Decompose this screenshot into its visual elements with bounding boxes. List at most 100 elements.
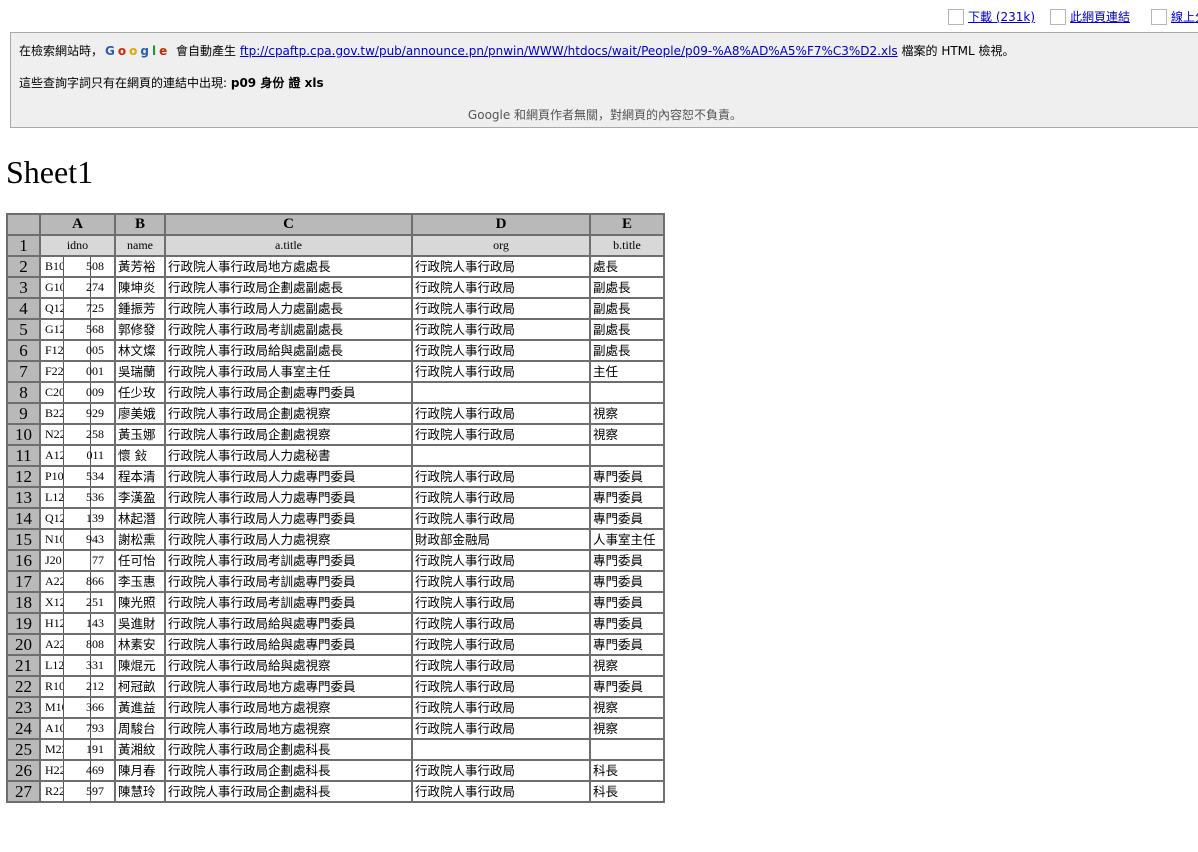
cell-b-title[interactable]: 專門委員 xyxy=(589,465,665,488)
cell-a-title[interactable]: 行政院人事行政局企劃處科長 xyxy=(164,738,413,761)
cell-name[interactable]: 李漢盈 xyxy=(114,486,166,509)
column-header-d[interactable]: D xyxy=(411,213,591,236)
cell-org[interactable]: 行政院人事行政局 xyxy=(411,486,591,509)
cell-org[interactable]: 行政院人事行政局 xyxy=(411,696,591,719)
cell-b-title[interactable]: 專門委員 xyxy=(589,591,665,614)
cell-a-title[interactable]: 行政院人事行政局人力處秘書 xyxy=(164,444,413,467)
cell-name[interactable]: 林素安 xyxy=(114,633,166,656)
cell-b-title[interactable] xyxy=(589,738,665,761)
cell-idno[interactable]: N22 258 xyxy=(39,423,116,446)
cell-b-title[interactable]: 專門委員 xyxy=(589,507,665,530)
cell-idno[interactable]: Q12 725 xyxy=(39,297,116,320)
cell-name[interactable]: 黃進益 xyxy=(114,696,166,719)
cell-name[interactable]: 林起潛 xyxy=(114,507,166,530)
cell-org[interactable]: 行政院人事行政局 xyxy=(411,360,591,383)
cell-b-title[interactable]: 專門委員 xyxy=(589,570,665,593)
cell-org[interactable]: 行政院人事行政局 xyxy=(411,402,591,425)
cell-a-title[interactable]: 行政院人事行政局地方處視察 xyxy=(164,717,413,740)
cell-b-title[interactable]: 專門委員 xyxy=(589,549,665,572)
cell-b-title[interactable]: 副處長 xyxy=(589,318,665,341)
cell-org[interactable]: 行政院人事行政局 xyxy=(411,654,591,677)
cell-name[interactable]: 林文燦 xyxy=(114,339,166,362)
cell-name[interactable]: 周駿台 xyxy=(114,717,166,740)
cell-b-title[interactable]: 科長 xyxy=(589,759,665,782)
cell-a-title[interactable]: 行政院人事行政局考訓處副處長 xyxy=(164,318,413,341)
cell-org[interactable]: 行政院人事行政局 xyxy=(411,297,591,320)
cell-org[interactable]: 行政院人事行政局 xyxy=(411,255,591,278)
cell-org[interactable]: 行政院人事行政局 xyxy=(411,507,591,530)
cell-a-title[interactable]: 行政院人事行政局地方處視察 xyxy=(164,696,413,719)
cell-a-title[interactable]: 行政院人事行政局企劃處科長 xyxy=(164,759,413,782)
cell-idno[interactable]: X12 251 xyxy=(39,591,116,614)
cell-b-title[interactable]: 人事室主任 xyxy=(589,528,665,551)
cell-b-title[interactable]: 專門委員 xyxy=(589,675,665,698)
cell-name[interactable]: 黃湘紋 xyxy=(114,738,166,761)
cell-name[interactable]: 郭修發 xyxy=(114,318,166,341)
cell-name[interactable]: 程本清 xyxy=(114,465,166,488)
cell-org[interactable]: 行政院人事行政局 xyxy=(411,276,591,299)
cell-idno[interactable]: L12 536 xyxy=(39,486,116,509)
cell-idno[interactable]: N10 943 xyxy=(39,528,116,551)
cell-name[interactable]: 陳焜元 xyxy=(114,654,166,677)
cell-b-title[interactable]: 視察 xyxy=(589,654,665,677)
cell-a-title[interactable]: 行政院人事行政局給與處專門委員 xyxy=(164,612,413,635)
cell-a-title[interactable]: 行政院人事行政局給與處視察 xyxy=(164,654,413,677)
cell-b-title[interactable]: 主任 xyxy=(589,360,665,383)
cell-name[interactable]: 黃玉娜 xyxy=(114,423,166,446)
cell-a-title[interactable]: 行政院人事行政局企劃處視察 xyxy=(164,423,413,446)
cell-name[interactable]: 鍾振芳 xyxy=(114,297,166,320)
column-header-a[interactable]: A xyxy=(39,213,116,236)
cell-idno[interactable]: A22 866 xyxy=(39,570,116,593)
cell-name[interactable]: 李玉惠 xyxy=(114,570,166,593)
cell-a-title[interactable]: 行政院人事行政局考訓處專門委員 xyxy=(164,549,413,572)
cell-b-title[interactable]: 副處長 xyxy=(589,276,665,299)
cell-org[interactable]: 財政部金融局 xyxy=(411,528,591,551)
cell-name[interactable]: 黃芳裕 xyxy=(114,255,166,278)
cell-idno[interactable]: Q12 139 xyxy=(39,507,116,530)
cell-name[interactable]: 吳進財 xyxy=(114,612,166,635)
cell-b-title[interactable]: 視察 xyxy=(589,696,665,719)
cell-idno[interactable]: A22 808 xyxy=(39,633,116,656)
cell-org[interactable] xyxy=(411,738,591,761)
cell-idno[interactable]: B10 508 xyxy=(39,255,116,278)
cell-a-title[interactable]: 行政院人事行政局人力處副處長 xyxy=(164,297,413,320)
cell-idno[interactable]: R22 597 xyxy=(39,780,116,803)
cell-idno[interactable]: L12 331 xyxy=(39,654,116,677)
share-link[interactable]: 線上分享 xyxy=(1171,8,1198,25)
cell-name[interactable]: 陳光照 xyxy=(114,591,166,614)
cell-idno[interactable]: F12 005 xyxy=(39,339,116,362)
cell-org[interactable]: 行政院人事行政局 xyxy=(411,759,591,782)
cell-b-title[interactable] xyxy=(589,381,665,404)
cell-a-title[interactable]: 行政院人事行政局人力處專門委員 xyxy=(164,465,413,488)
cell-b-title[interactable]: 專門委員 xyxy=(589,486,665,509)
page-link[interactable]: 此網頁連結 xyxy=(1070,8,1130,25)
cell-b-title[interactable]: 視察 xyxy=(589,402,665,425)
cell-a-title[interactable]: 行政院人事行政局給與處專門委員 xyxy=(164,633,413,656)
cell-idno[interactable]: A12 011 xyxy=(39,444,116,467)
cell-name[interactable]: 任少玫 xyxy=(114,381,166,404)
cell-idno[interactable]: H22 469 xyxy=(39,759,116,782)
cell-a-title[interactable]: 行政院人事行政局人力處專門委員 xyxy=(164,507,413,530)
cell-b-title[interactable]: 副處長 xyxy=(589,339,665,362)
cell-b-title[interactable]: 專門委員 xyxy=(589,612,665,635)
cell-b-title[interactable]: 副處長 xyxy=(589,297,665,320)
cell-b-title[interactable]: 科長 xyxy=(589,780,665,803)
cell-a-title[interactable]: 行政院人事行政局考訓處專門委員 xyxy=(164,591,413,614)
cell-org[interactable]: 行政院人事行政局 xyxy=(411,612,591,635)
cell-b-title[interactable]: 處長 xyxy=(589,255,665,278)
cell-org[interactable]: 行政院人事行政局 xyxy=(411,780,591,803)
cell-idno[interactable]: C20 009 xyxy=(39,381,116,404)
column-header-e[interactable]: E xyxy=(589,213,665,236)
cell-idno[interactable]: P10 534 xyxy=(39,465,116,488)
page-link-item[interactable]: 此網頁連結 xyxy=(1050,8,1130,25)
cell-idno[interactable]: B22 929 xyxy=(39,402,116,425)
cell-a-title[interactable]: 行政院人事行政局人力處專門委員 xyxy=(164,486,413,509)
cell-a-title[interactable]: 行政院人事行政局企劃處專門委員 xyxy=(164,381,413,404)
cell-name[interactable]: 吳瑞蘭 xyxy=(114,360,166,383)
cell-a-title[interactable]: 行政院人事行政局考訓處專門委員 xyxy=(164,570,413,593)
cell-org[interactable]: 行政院人事行政局 xyxy=(411,717,591,740)
cell-org[interactable]: 行政院人事行政局 xyxy=(411,591,591,614)
cell-a-title[interactable]: 行政院人事行政局企劃處副處長 xyxy=(164,276,413,299)
share-link-item[interactable]: 線上分享 xyxy=(1151,8,1198,25)
cell-a-title[interactable]: 行政院人事行政局人力處視察 xyxy=(164,528,413,551)
